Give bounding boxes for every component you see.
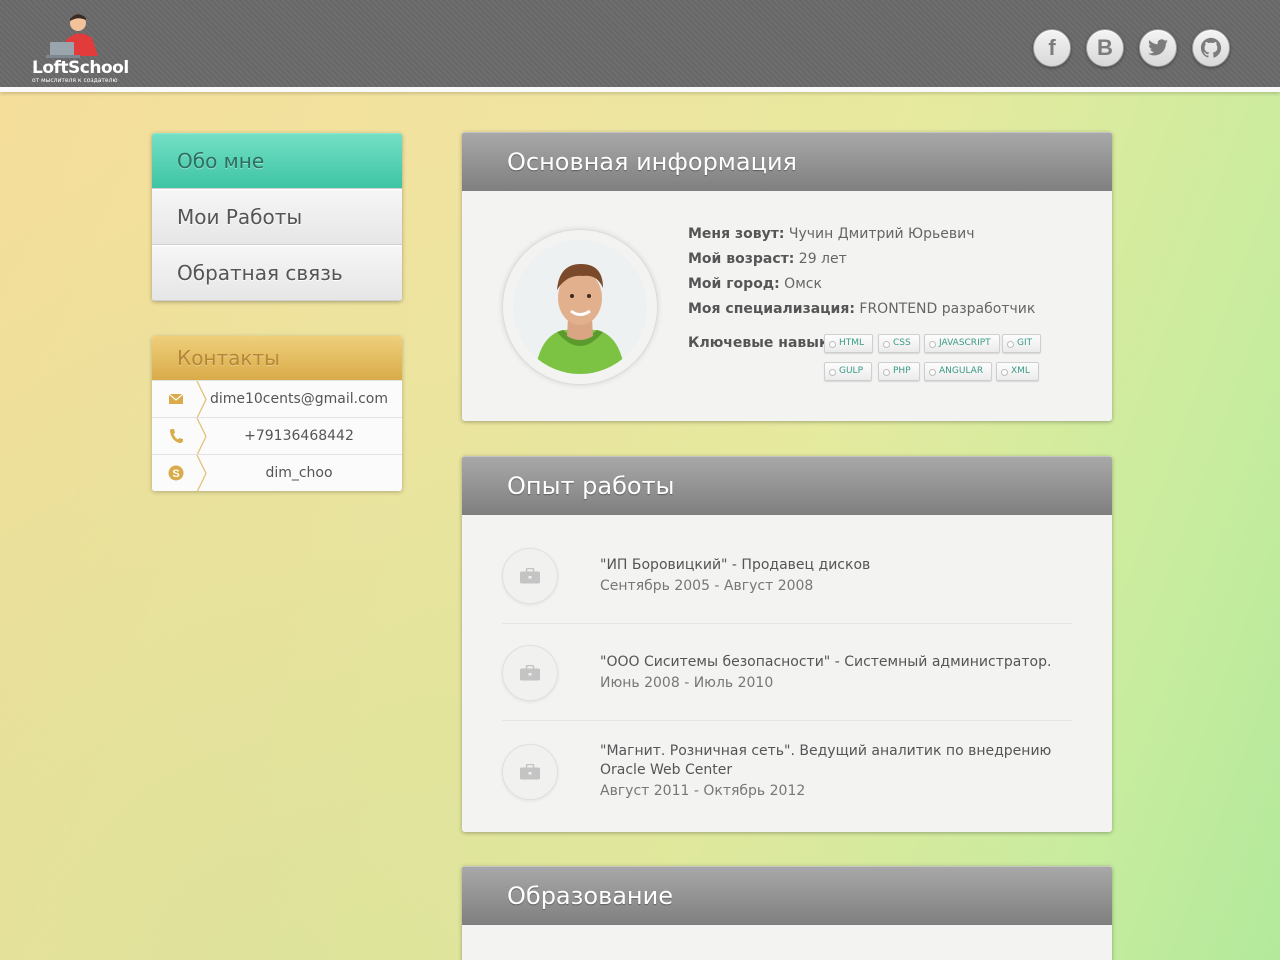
info-spec-value: FRONTEND разработчик bbox=[859, 301, 1036, 317]
skill-tag: GULP bbox=[824, 362, 873, 381]
info-spec-label: Моя специализация: bbox=[688, 301, 855, 317]
social-links: f B bbox=[1033, 29, 1230, 67]
contacts-card: Контакты dime10cents@gmail.com +79136468… bbox=[152, 336, 402, 491]
contact-phone-row[interactable]: +79136468442 bbox=[152, 417, 402, 455]
contact-separator bbox=[196, 418, 207, 455]
info-name-value: Чучин Дмитрий Юрьевич bbox=[788, 226, 975, 242]
job-period: Июнь 2008 - Июль 2010 bbox=[600, 675, 774, 691]
skill-tag: XML bbox=[996, 362, 1039, 381]
facebook-icon[interactable]: f bbox=[1033, 29, 1071, 67]
skills-label: Ключевые навыки: bbox=[688, 335, 844, 351]
twitter-icon[interactable] bbox=[1139, 29, 1177, 67]
job-text: "ООО Сиситемы безопасности" - Системный … bbox=[600, 653, 1075, 694]
info-name-label: Меня зовут: bbox=[688, 226, 785, 242]
education-panel: Образование bbox=[462, 866, 1112, 960]
divider bbox=[502, 623, 1072, 624]
logo-title: LoftSchool bbox=[32, 58, 129, 78]
twitter-bird-icon bbox=[1148, 39, 1168, 56]
info-age: Мой возраст: 29 лет bbox=[688, 247, 1035, 272]
experience-title: Опыт работы bbox=[462, 456, 1112, 515]
briefcase-icon bbox=[502, 645, 558, 701]
contact-skype-row[interactable]: S dim_choo bbox=[152, 454, 402, 491]
skill-tag: HTML bbox=[824, 334, 874, 353]
skill-tag: JAVASCRIPT bbox=[924, 334, 1000, 353]
skype-icon: S bbox=[152, 465, 200, 481]
vk-glyph: B bbox=[1097, 35, 1113, 60]
briefcase-icon bbox=[502, 548, 558, 604]
avatar bbox=[513, 240, 647, 374]
contact-separator bbox=[196, 455, 207, 491]
logo-figure-icon bbox=[46, 14, 98, 58]
contact-email-row[interactable]: dime10cents@gmail.com bbox=[152, 380, 402, 418]
job-period: Август 2011 - Октябрь 2012 bbox=[600, 783, 806, 799]
vk-icon[interactable]: B bbox=[1086, 29, 1124, 67]
briefcase-icon bbox=[502, 744, 558, 800]
divider bbox=[502, 720, 1072, 721]
job-title: "ИП Боровицкий" - Продавец дисков bbox=[600, 557, 871, 573]
job-title: "Магнит. Розничная сеть". Ведущий аналит… bbox=[600, 743, 1052, 778]
phone-icon bbox=[152, 428, 200, 444]
skill-tag: CSS bbox=[878, 334, 920, 353]
contact-separator bbox=[196, 381, 207, 418]
contact-skype: dim_choo bbox=[265, 465, 333, 481]
github-octocat-icon bbox=[1200, 37, 1222, 58]
logo-subtitle: от мыслителя к создателю bbox=[32, 77, 118, 84]
info-city: Мой город: Омск bbox=[688, 272, 1035, 297]
skill-tag: PHP bbox=[878, 362, 920, 381]
job-title: "ООО Сиситемы безопасности" - Системный … bbox=[600, 654, 1052, 670]
skill-tag: ANGULAR bbox=[924, 362, 993, 381]
info-specialization: Моя специализация: FRONTEND разработчик bbox=[688, 297, 1035, 322]
job-text: "ИП Боровицкий" - Продавец дисков Сентяб… bbox=[600, 556, 1075, 597]
about-panel: Основная информация Меня зовут: Чучин Дм… bbox=[462, 132, 1112, 421]
main-menu: Обо мне Мои Работы Обратная связь bbox=[152, 133, 402, 301]
info-city-value: Омск bbox=[784, 276, 822, 292]
menu-item-works[interactable]: Мои Работы bbox=[152, 189, 402, 245]
logo[interactable]: LoftSchool от мыслителя к создателю bbox=[30, 8, 140, 84]
info-city-label: Мой город: bbox=[688, 276, 780, 292]
personal-info: Меня зовут: Чучин Дмитрий Юрьевич Мой во… bbox=[688, 222, 1035, 322]
job-period: Сентябрь 2005 - Август 2008 bbox=[600, 578, 814, 594]
skill-tag: GIT bbox=[1002, 334, 1042, 353]
info-name: Меня зовут: Чучин Дмитрий Юрьевич bbox=[688, 222, 1035, 247]
info-age-label: Мой возраст: bbox=[688, 251, 795, 267]
experience-panel: Опыт работы "ИП Боровицкий" - Продавец д… bbox=[462, 456, 1112, 832]
info-age-value: 29 лет bbox=[798, 251, 847, 267]
github-icon[interactable] bbox=[1192, 29, 1230, 67]
education-title: Образование bbox=[462, 866, 1112, 925]
contact-email: dime10cents@gmail.com bbox=[209, 391, 389, 407]
contacts-title: Контакты bbox=[152, 336, 402, 380]
menu-item-label: Мои Работы bbox=[177, 205, 303, 229]
menu-item-feedback[interactable]: Обратная связь bbox=[152, 245, 402, 301]
site-header: LoftSchool от мыслителя к создателю f B bbox=[0, 0, 1280, 92]
contact-phone: +79136468442 bbox=[244, 428, 354, 444]
job-text: "Магнит. Розничная сеть". Ведущий аналит… bbox=[600, 742, 1075, 802]
svg-text:S: S bbox=[172, 468, 179, 480]
menu-item-about[interactable]: Обо мне bbox=[152, 133, 402, 189]
avatar-frame bbox=[502, 229, 658, 385]
facebook-glyph: f bbox=[1048, 35, 1056, 60]
menu-item-label: Обратная связь bbox=[177, 261, 343, 285]
menu-item-label: Обо мне bbox=[177, 149, 265, 173]
about-title: Основная информация bbox=[462, 132, 1112, 191]
envelope-icon bbox=[152, 394, 200, 404]
